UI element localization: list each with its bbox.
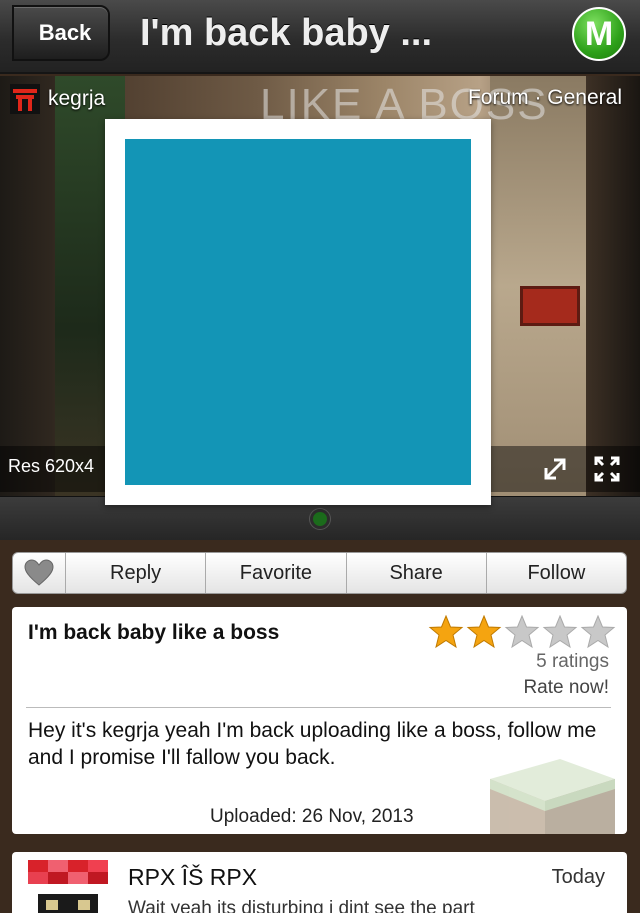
grass-block-icon — [490, 759, 615, 834]
star-filled-icon[interactable] — [466, 615, 502, 649]
action-bar: Reply Favorite Share Follow — [12, 552, 627, 594]
pager-dot[interactable] — [310, 509, 330, 529]
back-button[interactable]: Back — [12, 5, 110, 61]
post-card: I'm back baby like a boss 5 ratings Rate… — [12, 607, 627, 834]
heart-icon — [24, 559, 54, 586]
uploader-avatar-icon — [10, 84, 40, 114]
color-swatch — [125, 139, 471, 485]
header-bar: Back I'm back baby ... M — [0, 0, 640, 74]
app-logo-letter: M — [584, 14, 614, 53]
back-button-label: Back — [38, 20, 92, 45]
forum-link[interactable]: Forum · General — [468, 86, 622, 110]
commenter-avatar — [28, 860, 108, 913]
resolution-label: Res 620x4 — [8, 456, 95, 476]
uploader-name: kegrja — [48, 87, 106, 110]
comment-item[interactable]: RPX ÎŠ RPX Today Wait yeah its disturbin… — [12, 852, 627, 913]
comment-time: Today — [551, 866, 605, 888]
star-empty-icon[interactable] — [542, 615, 578, 649]
media-red-block — [520, 286, 580, 326]
rate-now-link[interactable]: Rate now! — [523, 677, 609, 699]
star-empty-icon[interactable] — [580, 615, 616, 649]
like-button[interactable] — [13, 553, 65, 593]
fullscreen-icon[interactable] — [592, 454, 622, 484]
ratings-count: 5 ratings — [536, 651, 609, 672]
reply-button[interactable]: Reply — [65, 553, 205, 593]
comment-text: Wait yeah its disturbing i dint see the … — [128, 898, 475, 913]
comment-author[interactable]: RPX ÎŠ RPX — [128, 864, 257, 891]
share-button[interactable]: Share — [345, 553, 486, 593]
star-empty-icon[interactable] — [504, 615, 540, 649]
star-filled-icon[interactable] — [428, 615, 464, 649]
color-popup[interactable] — [105, 119, 491, 505]
app-logo-icon[interactable]: M — [572, 7, 626, 61]
expand-icon[interactable] — [540, 454, 570, 484]
uploader-row[interactable]: kegrja — [10, 84, 105, 114]
upload-date: Uploaded: 26 Nov, 2013 — [210, 806, 414, 827]
post-title: I'm back baby like a boss — [28, 621, 280, 644]
page-title: I'm back baby ... — [140, 12, 433, 54]
favorite-button[interactable]: Favorite — [205, 553, 345, 593]
rating-stars[interactable] — [428, 615, 618, 649]
follow-button[interactable]: Follow — [485, 553, 626, 593]
post-divider — [26, 707, 611, 708]
